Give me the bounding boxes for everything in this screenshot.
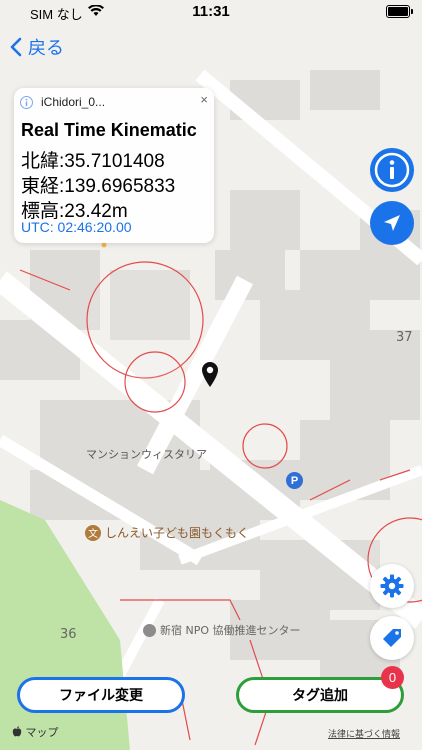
location-arrow-icon — [384, 215, 400, 231]
file-change-label: ファイル変更 — [59, 688, 143, 704]
current-location-button[interactable] — [370, 201, 414, 245]
legal-info-link[interactable]: 法律に基づく情報 — [328, 727, 400, 740]
back-button[interactable]: 戻る — [10, 34, 64, 60]
latitude-value: 北緯:35.7101408 — [21, 151, 165, 172]
longitude-value: 東経:139.6965833 — [21, 176, 176, 197]
card-header: iChidori_0... × — [20, 92, 208, 110]
parking-icon[interactable]: P — [286, 472, 303, 489]
building-label: マンションウィスタリア — [86, 448, 207, 461]
tag-icon — [383, 629, 401, 647]
chevron-left-icon — [10, 37, 22, 57]
apple-logo-icon — [12, 726, 22, 737]
settings-button[interactable] — [370, 564, 414, 608]
back-label: 戻る — [28, 38, 64, 58]
status-time: 11:31 — [192, 3, 230, 20]
device-name: iChidori_0... — [41, 95, 106, 109]
gear-icon — [380, 574, 404, 598]
tag-button[interactable] — [370, 616, 414, 660]
block-number-36: 36 — [60, 627, 77, 642]
maps-attribution: マップ — [12, 724, 59, 740]
status-bar: SIM なし 11:31 — [0, 0, 422, 24]
block-number-37: 37 — [396, 330, 413, 345]
add-tag-label: タグ追加 — [292, 688, 348, 704]
poi-dot-icon — [143, 623, 156, 637]
info-icon — [374, 152, 410, 188]
poi-kindergarten[interactable]: 文 しんえい子ども園もくもく — [85, 524, 249, 541]
school-icon: 文 — [85, 524, 101, 541]
position-info-card: iChidori_0... × Real Time Kinematic 北緯:3… — [14, 88, 214, 243]
fix-type: Real Time Kinematic — [21, 120, 197, 140]
tag-count-badge: 0 — [381, 666, 404, 689]
utc-time: UTC: 02:46:20.00 — [21, 219, 132, 235]
info-button[interactable] — [370, 148, 414, 192]
device-info-icon — [20, 95, 33, 109]
file-change-button[interactable]: ファイル変更 — [17, 677, 185, 713]
poi-kindergarten-label: しんえい子ども園もくもく — [105, 526, 250, 540]
add-tag-button[interactable]: タグ追加 — [236, 677, 404, 713]
close-icon[interactable]: × — [200, 92, 208, 107]
poi-npo-center[interactable]: 新宿 NPO 協働推進センター — [143, 622, 301, 638]
maps-attribution-label: マップ — [25, 726, 59, 739]
poi-npo-center-label: 新宿 NPO 協働推進センター — [160, 624, 301, 637]
battery-icon — [386, 5, 413, 18]
map-pin-icon[interactable] — [200, 360, 220, 388]
